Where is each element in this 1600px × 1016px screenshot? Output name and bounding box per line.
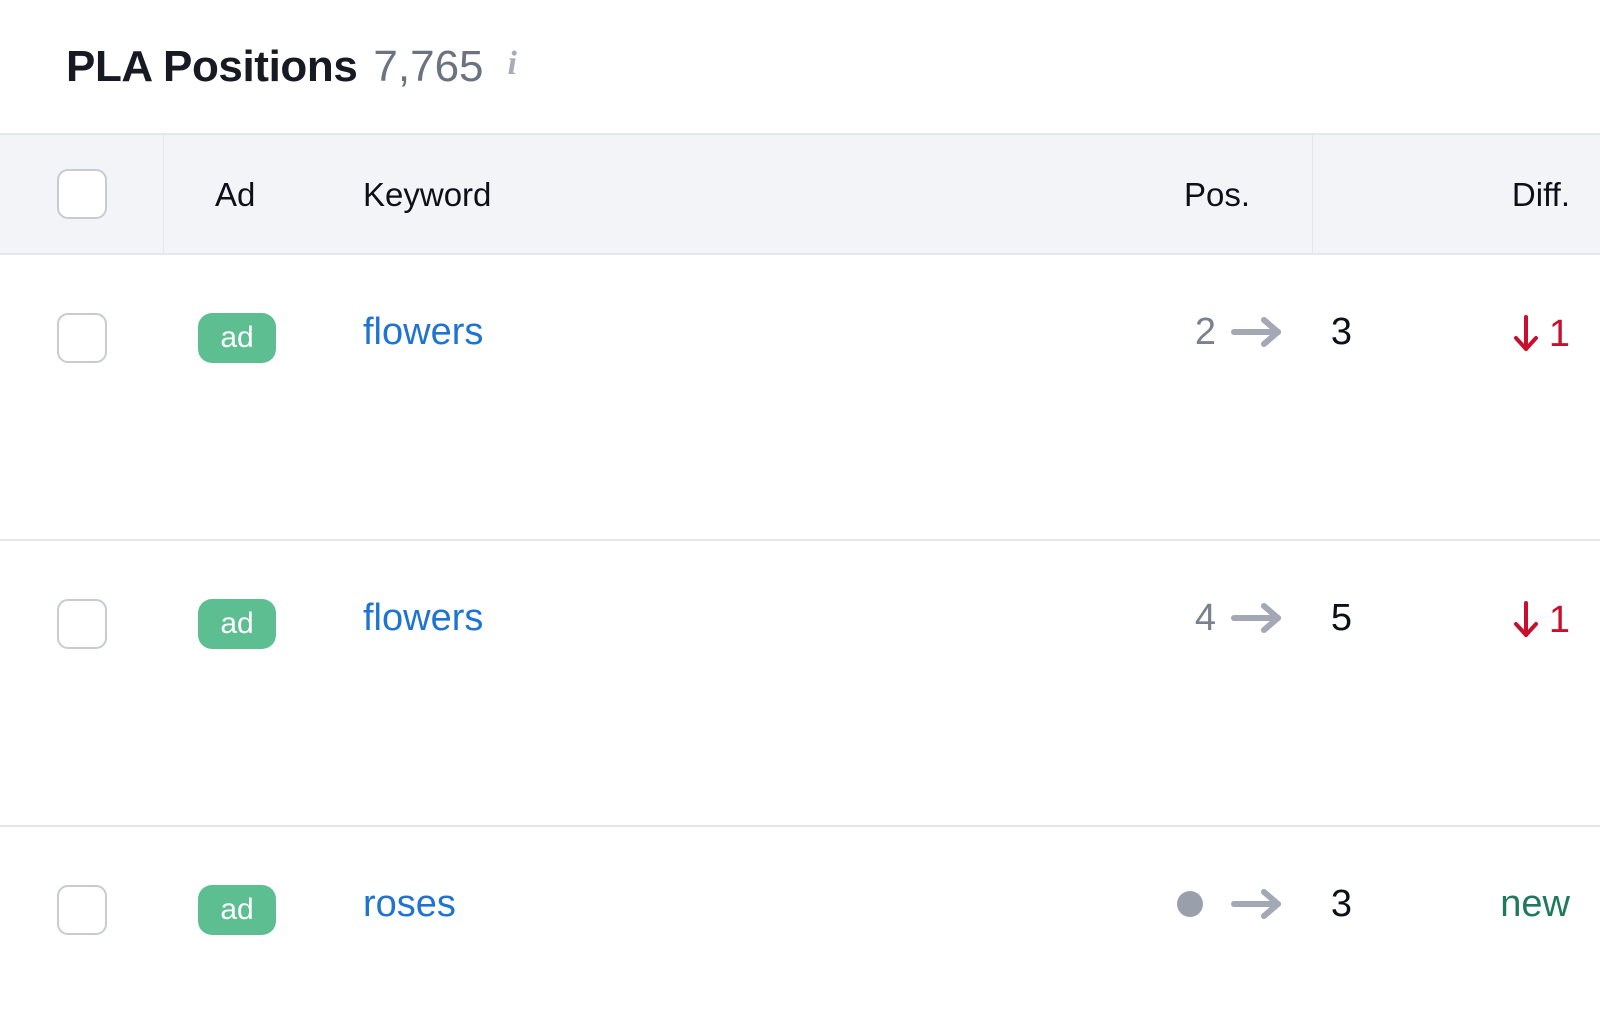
column-header-diff-label: Diff. <box>1511 175 1570 213</box>
pos-current-value: 3 <box>1330 883 1352 925</box>
diff-badge: new <box>1500 885 1570 923</box>
ad-badge[interactable]: ad <box>198 313 276 363</box>
row-select-cell <box>0 255 163 363</box>
keyword-link[interactable]: flowers <box>363 311 483 353</box>
diff-cell: new <box>1372 827 1600 923</box>
arrow-right-icon <box>1216 315 1300 349</box>
row-checkbox[interactable] <box>56 599 107 649</box>
column-header-pos[interactable]: Pos. <box>1022 178 1372 211</box>
ad-cell: ad <box>163 541 363 649</box>
keyword-link[interactable]: roses <box>363 883 456 925</box>
results-count: 7,765 <box>373 41 484 91</box>
column-divider <box>1312 135 1313 253</box>
position-cell: 45 <box>1022 541 1372 637</box>
pos-previous-value: 4 <box>1194 597 1216 639</box>
column-header-diff[interactable]: Diff. <box>1372 178 1600 211</box>
column-header-pos-label: Pos. <box>1183 175 1250 213</box>
column-header-keyword-label: Keyword <box>363 175 492 213</box>
info-icon[interactable]: i <box>508 46 517 81</box>
keyword-cell: flowers <box>363 255 1022 351</box>
diff-value: 1 <box>1548 313 1570 355</box>
diff-cell: 1 <box>1372 541 1600 641</box>
ad-cell: ad <box>163 827 363 935</box>
row-select-cell <box>0 541 163 649</box>
arrow-right-icon <box>1216 887 1300 921</box>
arrow-right-icon <box>1216 601 1300 635</box>
pla-positions-panel: PLA Positions 7,765 i Ad Keyword Pos. Di… <box>0 0 1600 1016</box>
column-header-ad[interactable]: Ad <box>163 178 363 211</box>
pos-current-value: 5 <box>1330 597 1352 639</box>
table-row[interactable]: ad flowers 4 5 1 <box>0 541 1600 827</box>
ad-badge[interactable]: ad <box>198 599 276 649</box>
row-checkbox[interactable] <box>56 313 107 363</box>
pla-positions-table: Ad Keyword Pos. Diff. ad flowers 2 3 1 ad flow… <box>0 133 1600 1016</box>
pos-previous: 4 <box>1164 599 1216 637</box>
ad-cell: ad <box>163 255 363 363</box>
panel-header: PLA Positions 7,765 i <box>0 0 1600 133</box>
position-cell: 23 <box>1022 255 1372 351</box>
column-divider <box>163 135 164 253</box>
diff-badge: 1 <box>1511 599 1570 641</box>
diff-cell: 1 <box>1372 255 1600 355</box>
select-all-checkbox[interactable] <box>56 169 107 219</box>
column-header-ad-label: Ad <box>215 175 256 213</box>
arrow-down-icon <box>1511 599 1541 641</box>
row-select-cell <box>0 827 163 935</box>
page-title: PLA Positions <box>66 41 358 91</box>
table-header-row: Ad Keyword Pos. Diff. <box>0 133 1600 255</box>
table-row[interactable]: ad roses 3 new <box>0 827 1600 1016</box>
pos-previous-value: 2 <box>1194 311 1216 353</box>
select-all-cell <box>0 169 163 219</box>
position-cell: 3 <box>1022 827 1372 923</box>
pos-previous <box>1164 891 1216 917</box>
keyword-link[interactable]: flowers <box>363 597 483 639</box>
ad-badge[interactable]: ad <box>198 885 276 935</box>
pos-previous-none-icon <box>1177 891 1203 917</box>
pos-current-value: 3 <box>1330 311 1352 353</box>
diff-badge: 1 <box>1511 313 1570 355</box>
table-row[interactable]: ad flowers 2 3 1 <box>0 255 1600 541</box>
table-body: ad flowers 2 3 1 ad flowers 4 5 1 ad roses 3 new <box>0 255 1600 1016</box>
diff-value: new <box>1500 883 1570 925</box>
keyword-cell: flowers <box>363 541 1022 637</box>
keyword-cell: roses <box>363 827 1022 923</box>
row-checkbox[interactable] <box>56 885 107 935</box>
column-header-keyword[interactable]: Keyword <box>363 178 1022 211</box>
pos-previous: 2 <box>1164 313 1216 351</box>
diff-value: 1 <box>1548 599 1570 641</box>
arrow-down-icon <box>1511 313 1541 355</box>
